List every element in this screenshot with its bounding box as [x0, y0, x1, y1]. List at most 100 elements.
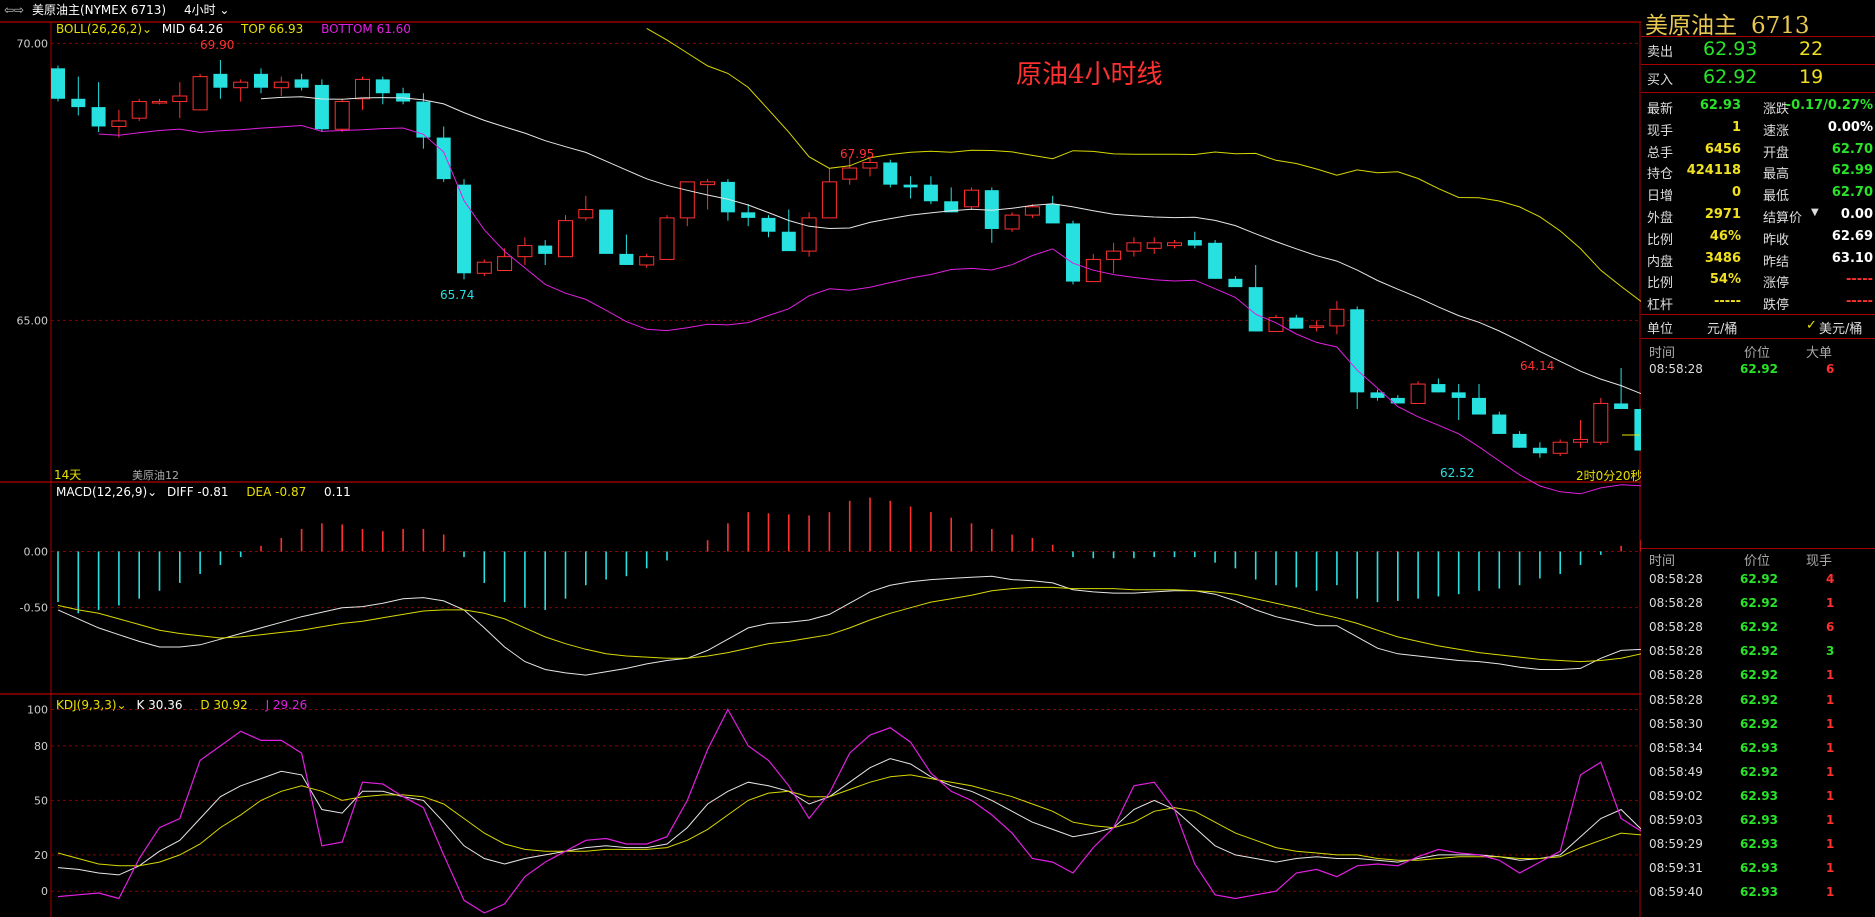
tick-time: 08:58:49 — [1649, 764, 1703, 779]
big-price-header: 价位 — [1744, 346, 1771, 361]
kdj-tick-label: 50 — [34, 794, 48, 807]
candle-body-up — [842, 167, 858, 180]
unit-check[interactable]: 美元/桶 — [1819, 318, 1862, 337]
candle-body-down — [314, 84, 329, 130]
high-label-3: 64.14 — [1520, 359, 1555, 373]
candle-body-up — [679, 181, 695, 219]
candle-body-down — [71, 98, 86, 108]
kdj-d-line — [57, 774, 1641, 867]
period-label: 4小时 — [183, 3, 216, 17]
tick-row[interactable]: 08:58:30 62.92 1 — [1641, 717, 1875, 741]
candle-body-down — [720, 181, 735, 213]
candle-body-down — [883, 162, 898, 185]
candle-body-down — [457, 184, 471, 274]
candle-body-down — [1248, 287, 1263, 332]
symbol-label[interactable]: 美原油主(NYMEX 6713) — [32, 0, 166, 21]
candle-body-down — [923, 184, 938, 202]
candle-body-up — [152, 101, 167, 104]
candle-body-up — [192, 76, 208, 111]
candle-body-down — [1492, 414, 1507, 434]
tick-row[interactable]: 08:59:02 62.93 1 — [1641, 789, 1875, 813]
candle-body-up — [578, 209, 594, 219]
tick-row[interactable]: 08:58:28 62.92 6 — [1641, 620, 1875, 644]
stat-row: 涨跌 -0.17/0.27% — [1641, 96, 1875, 118]
candle-body-down — [1431, 384, 1446, 393]
stat-value: 0.00% — [1827, 119, 1873, 135]
boll-label[interactable]: BOLL(26,26,2) — [56, 22, 142, 36]
big-order-header: 时间 价位 大单 — [1641, 342, 1875, 364]
tick-row[interactable]: 08:58:28 62.92 1 — [1641, 668, 1875, 692]
tick-row[interactable]: 08:58:34 62.93 1 — [1641, 741, 1875, 765]
tick-price: 62.93 — [1740, 740, 1778, 755]
window-icon[interactable]: ⇦⇨ — [4, 0, 24, 21]
sell-qty: 22 — [1799, 38, 1824, 60]
kdj-k: K 30.36 — [136, 698, 183, 712]
macd-dea-line — [57, 586, 1641, 663]
candle-body-up — [1593, 402, 1609, 443]
tick-price: 62.92 — [1740, 572, 1778, 586]
tick-price: 62.92 — [1740, 716, 1778, 731]
stat-value: ----- — [1846, 272, 1873, 288]
boll-mid: MID 64.26 — [161, 22, 224, 36]
candle-body-down — [254, 73, 268, 88]
candle-body-up — [1573, 438, 1588, 443]
tick-row[interactable]: 08:58:28 62.92 1 — [1641, 596, 1875, 620]
tick-price: 62.93 — [1740, 861, 1778, 876]
boll-bottom: BOTTOM 61.60 — [321, 22, 411, 36]
quote-panel: 美原油主 6713 卖出 62.93 22 买入 62.92 19 最新 62.93… — [1641, 0, 1875, 917]
tick-size: 3 — [1826, 644, 1835, 659]
tick-row[interactable]: 08:58:28 62.92 6 — [1641, 362, 1875, 386]
stat-label: 开盘 — [1763, 145, 1790, 161]
stat-label: 昨结 — [1763, 254, 1790, 270]
chevron-down-icon[interactable]: ▼ — [1811, 207, 1819, 218]
stat-row: 昨结 63.10 — [1641, 249, 1875, 271]
tick-price: 62.93 — [1740, 885, 1778, 900]
candle-body-up — [659, 217, 675, 260]
tick-row[interactable]: 08:59:29 62.93 1 — [1641, 837, 1875, 861]
tick-time: 08:58:28 — [1649, 692, 1703, 707]
tick-time: 08:58:28 — [1649, 572, 1703, 586]
macd-diff-line — [57, 575, 1641, 676]
candle-body-down — [599, 209, 614, 254]
kdj-k-line — [57, 758, 1641, 876]
tick-row[interactable]: 08:58:28 62.92 3 — [1641, 644, 1875, 668]
macd-tick-label: -0.50 — [20, 602, 48, 615]
tick-size: 1 — [1826, 740, 1835, 755]
kdj-label[interactable]: KDJ(9,3,3) — [56, 698, 117, 712]
stat-label: 速涨 — [1763, 123, 1790, 139]
unit-value[interactable]: 元/桶 — [1707, 318, 1737, 337]
tick-row[interactable]: 08:58:28 62.92 4 — [1641, 572, 1875, 596]
candle-body-up — [1167, 242, 1182, 247]
buy-row[interactable]: 买入 62.92 19 — [1641, 66, 1875, 89]
chevron-down-icon: ⌄ — [219, 3, 230, 17]
macd-label[interactable]: MACD(12,26,9) — [56, 485, 147, 499]
period-selector[interactable]: 4小时 ⌄ — [184, 0, 230, 21]
candle-body-down — [294, 79, 309, 88]
tick-price: 62.92 — [1740, 644, 1778, 659]
stat-value: 62.69 — [1831, 228, 1873, 244]
tick-row[interactable]: 08:59:03 62.93 1 — [1641, 813, 1875, 837]
tick-size: 1 — [1826, 885, 1835, 900]
sell-row[interactable]: 卖出 62.93 22 — [1641, 38, 1875, 61]
stat-label: 最高 — [1763, 167, 1790, 183]
candle-body-up — [1268, 317, 1284, 332]
tick-row[interactable]: 08:59:31 62.93 1 — [1641, 861, 1875, 885]
tick-size: 1 — [1826, 692, 1835, 707]
candle-body-down — [1350, 309, 1365, 393]
countdown-label: 2时0分20秒 — [1576, 469, 1643, 483]
candle-body-up — [517, 245, 533, 258]
big-time-header: 时间 — [1649, 346, 1676, 361]
contract-label: 美原油12 — [132, 469, 179, 482]
chart-area[interactable]: 70.00 65.00 0.00 -0.50 100 80 50 20 0 — [0, 0, 1641, 917]
candle-body-down — [1289, 317, 1304, 329]
boll-top: TOP 66.93 — [241, 22, 304, 36]
days-label: 14天 — [54, 468, 82, 482]
candle-body-up — [1126, 242, 1142, 252]
stat-value: 0.00 — [1840, 207, 1873, 222]
tick-time: 08:59:03 — [1649, 813, 1703, 827]
tick-time: 08:58:34 — [1649, 740, 1703, 755]
tick-size: 6 — [1826, 362, 1835, 376]
tick-row[interactable]: 08:59:40 62.93 1 — [1641, 885, 1875, 909]
tick-row[interactable]: 08:58:49 62.92 1 — [1641, 765, 1875, 789]
tick-row[interactable]: 08:58:28 62.92 1 — [1641, 693, 1875, 717]
